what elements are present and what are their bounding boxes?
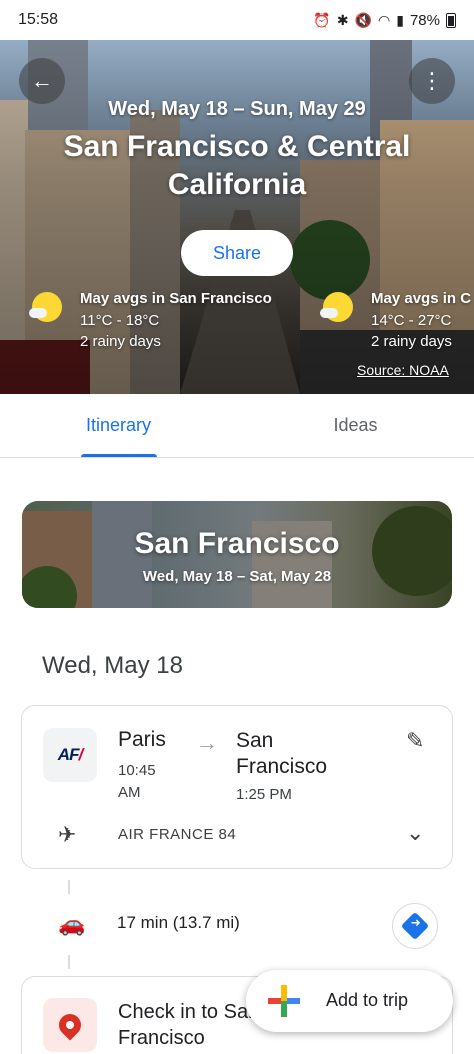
flight-number: AIR FRANCE 84 [118,826,237,843]
trip-dates: Wed, May 18 – Sun, May 29 [108,98,366,120]
timeline-line [68,955,70,969]
car-icon: 🚗 [58,911,86,936]
bluetooth-icon: ✱ [336,11,349,28]
partly-sunny-icon [320,292,353,322]
share-button[interactable]: Share [181,230,293,276]
add-to-trip-button[interactable]: Add to trip [246,970,453,1032]
arrow-left-icon: ← [31,68,53,93]
status-icons: ⏰ ✱ 🔇 ◠ ▮ 78% [313,12,456,29]
signal-icon: ▮ [396,11,404,28]
more-vert-icon: ⋮ [421,68,443,93]
weather-title: May avgs in San Francisco [80,290,272,307]
flight-card[interactable]: AF/ Paris 10:45 AM → San Francisco 1:25 … [21,705,453,869]
timeline-line [68,880,70,894]
drive-duration: 17 min (13.7 mi) [117,913,240,932]
battery-icon [446,12,456,28]
tab-bar: Itinerary Ideas [0,394,474,458]
alarm-icon: ⏰ [313,11,331,28]
trip-hero: ← ⋮ Wed, May 18 – Sun, May 29 San Franci… [0,40,474,394]
battery-percent: 78% [409,11,440,29]
day-heading: Wed, May 18 [42,652,183,679]
weather-source-link[interactable]: Source: NOAA [357,362,449,378]
weather-temps: 14°C - 27°C [371,312,452,329]
destination-banner[interactable]: San Francisco Wed, May 18 – Sat, May 28 [22,501,452,608]
add-to-trip-label: Add to trip [326,990,409,1010]
arrow-right-icon: → [196,730,218,755]
directions-button[interactable] [392,903,438,949]
tab-itinerary[interactable]: Itinerary [0,394,237,457]
location-pin-icon [43,998,97,1052]
destination-dates: Wed, May 18 – Sat, May 28 [142,568,332,585]
directions-icon [400,911,430,941]
destination-title: San Francisco [134,527,340,560]
arrival-time: 1:25 PM [236,786,292,803]
weather-temps: 11°C - 18°C [80,312,160,329]
weather-rain: 2 rainy days [80,333,161,350]
airplane-icon: ✈ [58,822,77,847]
air-france-logo: AF/ [43,728,97,782]
tab-ideas[interactable]: Ideas [237,394,474,457]
weather-title: May avgs in C [371,290,472,307]
status-time: 15:58 [18,11,59,28]
wifi-icon: ◠ [378,11,391,28]
partly-sunny-icon [29,292,62,322]
edit-pencil-icon[interactable]: ✎ [406,728,424,754]
trip-title: San Francisco & Central California [63,130,411,201]
departure-city: Paris [118,728,166,751]
departure-time: 10:45 AM [118,762,156,801]
chevron-down-icon[interactable]: ⌄ [406,820,424,846]
checkin-text: Check in to San Francisco [118,1001,260,1049]
mute-icon: 🔇 [354,11,373,28]
status-bar: 15:58 ⏰ ✱ 🔇 ◠ ▮ 78% [0,0,474,40]
weather-rain: 2 rainy days [371,333,452,350]
plus-icon [268,985,300,1017]
arrival-city: San Francisco [236,729,328,778]
